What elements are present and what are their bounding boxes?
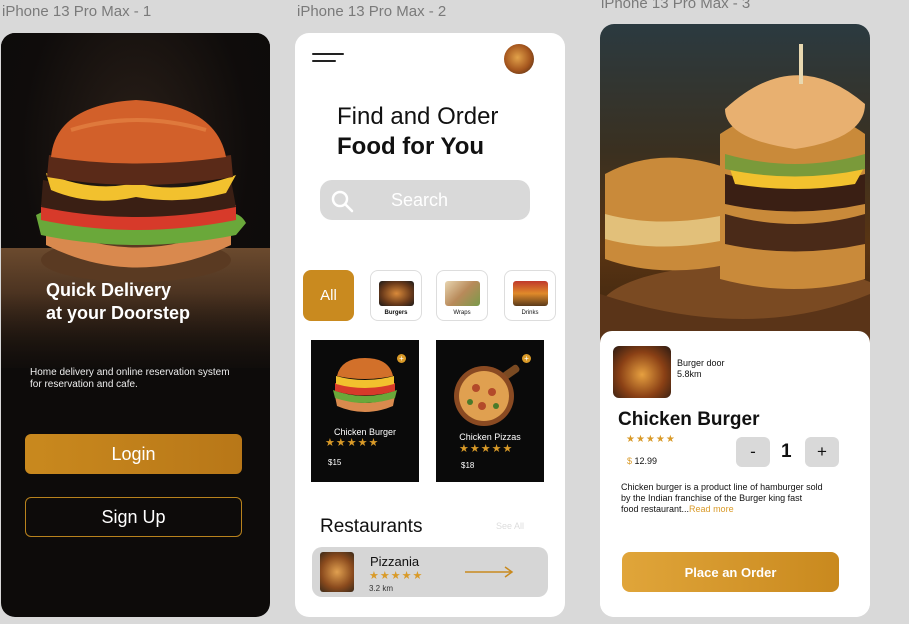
food-card-chicken-pizzas[interactable]: + Chicken Pizzas ★★★★★ $18 (436, 340, 544, 482)
plus-icon[interactable]: + (522, 354, 531, 363)
search-icon (331, 190, 354, 213)
category-all[interactable]: All (303, 270, 354, 321)
product-rating: ★★★★★ (626, 434, 676, 445)
screen-onboarding: Quick Delivery at your Doorstep Home del… (1, 33, 270, 617)
menu-icon[interactable] (312, 53, 344, 65)
category-label-wraps: Wraps (453, 310, 471, 316)
read-more-link[interactable]: Read more (689, 504, 734, 514)
description-line-1: Home delivery and online reservation sys… (30, 367, 230, 378)
login-button[interactable]: Login (25, 434, 242, 474)
food-rating: ★★★★★ (459, 443, 514, 455)
food-price: $18 (461, 461, 475, 470)
restaurant-rating: ★★★★★ (369, 570, 424, 582)
product-detail-sheet: Burger door 5.8km Chicken Burger ★★★★★ $… (600, 331, 870, 617)
food-rating: ★★★★★ (325, 437, 380, 449)
page-title-line-1: Find and Order (337, 103, 499, 130)
wraps-thumbnail (445, 281, 480, 306)
product-title: Chicken Burger (618, 409, 760, 430)
food-price: $15 (328, 458, 342, 467)
description-line-1: Chicken burger is a product line of hamb… (621, 482, 823, 492)
headline-line-2: at your Doorstep (46, 303, 191, 323)
category-burgers[interactable]: Burgers (370, 270, 422, 321)
see-all-link[interactable]: See All (496, 521, 524, 531)
category-drinks[interactable]: Drinks (504, 270, 556, 321)
screen-home: Find and Order Food for You Search All B… (295, 33, 565, 617)
frame-title-3: iPhone 13 Pro Max - 3 (601, 0, 751, 12)
shop-name: Burger door (677, 358, 725, 368)
profile-avatar[interactable] (504, 44, 534, 74)
onboarding-description: Home delivery and online reservation sys… (30, 367, 250, 391)
drinks-thumbnail (513, 281, 548, 306)
description-line-3: food restaurant... (621, 504, 690, 514)
search-input[interactable]: Search (320, 180, 530, 220)
burgers-thumbnail (379, 281, 414, 306)
burger-photo (600, 44, 870, 344)
signup-button[interactable]: Sign Up (25, 497, 242, 537)
restaurant-thumbnail (320, 552, 354, 592)
chicken-burger-image (333, 358, 397, 412)
quantity-decrease-button[interactable]: - (736, 437, 770, 467)
arrow-right-icon[interactable] (464, 565, 514, 579)
screen-product-detail: Burger door 5.8km Chicken Burger ★★★★★ $… (600, 24, 870, 617)
restaurant-distance: 3.2 km (369, 584, 394, 593)
place-order-button[interactable]: Place an Order (622, 552, 839, 592)
category-label-drinks: Drinks (521, 310, 539, 316)
product-description: Chicken burger is a product line of hamb… (621, 482, 856, 515)
shop-distance: 5.8km (677, 369, 702, 379)
product-price: $ 12.99 (627, 456, 657, 466)
food-card-chicken-burger[interactable]: + Chicken Burger ★★★★★ $15 (311, 340, 419, 482)
onboarding-headline: Quick Delivery at your Doorstep (46, 279, 190, 325)
currency-symbol: $ (627, 456, 633, 466)
category-label-burgers: Burgers (384, 310, 408, 316)
page-title-line-2: Food for You (337, 133, 485, 160)
frame-title-2: iPhone 13 Pro Max - 2 (297, 3, 447, 20)
quantity-value: 1 (781, 441, 792, 462)
frame-title-1: iPhone 13 Pro Max - 1 (2, 3, 152, 20)
description-line-2: for reservation and cafe. (30, 379, 138, 390)
category-wraps[interactable]: Wraps (436, 270, 488, 321)
chicken-pizza-image (454, 364, 520, 426)
description-line-2: by the Indian franchise of the Burger ki… (621, 493, 803, 503)
headline-line-1: Quick Delivery (46, 280, 172, 300)
food-name: Chicken Pizzas (459, 432, 521, 442)
burger-image (36, 100, 246, 282)
price-value: 12.99 (634, 456, 658, 466)
search-placeholder: Search (391, 190, 449, 210)
restaurant-item-pizzania[interactable]: Pizzania ★★★★★ 3.2 km (312, 547, 548, 597)
restaurants-heading: Restaurants (320, 516, 423, 537)
restaurant-name: Pizzania (370, 554, 420, 569)
shop-thumbnail (613, 346, 671, 398)
plus-icon[interactable]: + (397, 354, 406, 363)
quantity-increase-button[interactable]: + (805, 437, 839, 467)
